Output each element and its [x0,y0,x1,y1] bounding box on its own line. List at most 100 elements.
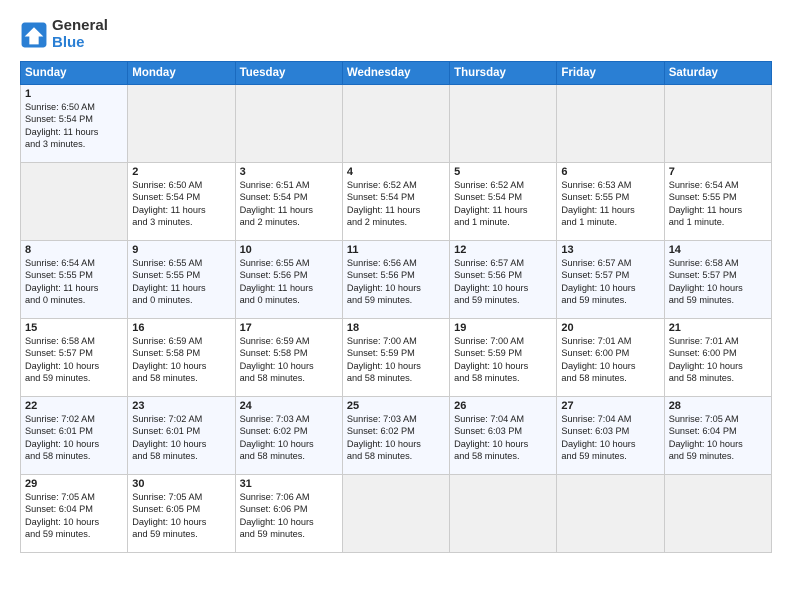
day-info: Sunrise: 6:57 AMSunset: 5:56 PMDaylight:… [454,257,552,307]
day-info: Sunrise: 7:00 AMSunset: 5:59 PMDaylight:… [454,335,552,385]
day-info: Sunrise: 7:04 AMSunset: 6:03 PMDaylight:… [454,413,552,463]
day-number: 22 [25,400,123,412]
table-row: 26Sunrise: 7:04 AMSunset: 6:03 PMDayligh… [450,397,557,475]
col-header-friday: Friday [557,62,664,85]
table-row [128,85,235,163]
day-number: 18 [347,322,445,334]
day-number: 9 [132,244,230,256]
day-number: 1 [25,88,123,100]
table-row: 4Sunrise: 6:52 AMSunset: 5:54 PMDaylight… [342,163,449,241]
day-number: 28 [669,400,767,412]
logo: General Blue [20,18,108,51]
table-row: 10Sunrise: 6:55 AMSunset: 5:56 PMDayligh… [235,241,342,319]
day-number: 4 [347,166,445,178]
table-row: 14Sunrise: 6:58 AMSunset: 5:57 PMDayligh… [664,241,771,319]
day-number: 2 [132,166,230,178]
calendar-week-4: 22Sunrise: 7:02 AMSunset: 6:01 PMDayligh… [21,397,772,475]
day-info: Sunrise: 6:58 AMSunset: 5:57 PMDaylight:… [669,257,767,307]
table-row: 19Sunrise: 7:00 AMSunset: 5:59 PMDayligh… [450,319,557,397]
day-number: 16 [132,322,230,334]
day-number: 8 [25,244,123,256]
day-info: Sunrise: 6:56 AMSunset: 5:56 PMDaylight:… [347,257,445,307]
table-row: 5Sunrise: 6:52 AMSunset: 5:54 PMDaylight… [450,163,557,241]
day-info: Sunrise: 7:03 AMSunset: 6:02 PMDaylight:… [240,413,338,463]
day-info: Sunrise: 6:54 AMSunset: 5:55 PMDaylight:… [25,257,123,307]
logo-text-line2: Blue [52,35,108,52]
day-info: Sunrise: 6:58 AMSunset: 5:57 PMDaylight:… [25,335,123,385]
day-info: Sunrise: 7:05 AMSunset: 6:04 PMDaylight:… [669,413,767,463]
table-row: 3Sunrise: 6:51 AMSunset: 5:54 PMDaylight… [235,163,342,241]
day-info: Sunrise: 7:05 AMSunset: 6:05 PMDaylight:… [132,491,230,541]
day-number: 30 [132,478,230,490]
day-number: 14 [669,244,767,256]
table-row: 21Sunrise: 7:01 AMSunset: 6:00 PMDayligh… [664,319,771,397]
table-row: 9Sunrise: 6:55 AMSunset: 5:55 PMDaylight… [128,241,235,319]
logo-text-line1: General [52,18,108,35]
table-row: 8Sunrise: 6:54 AMSunset: 5:55 PMDaylight… [21,241,128,319]
table-row [342,85,449,163]
calendar-week-3: 15Sunrise: 6:58 AMSunset: 5:57 PMDayligh… [21,319,772,397]
day-info: Sunrise: 6:55 AMSunset: 5:55 PMDaylight:… [132,257,230,307]
day-info: Sunrise: 7:02 AMSunset: 6:01 PMDaylight:… [25,413,123,463]
table-row: 16Sunrise: 6:59 AMSunset: 5:58 PMDayligh… [128,319,235,397]
table-row: 20Sunrise: 7:01 AMSunset: 6:00 PMDayligh… [557,319,664,397]
calendar-week-1: 2Sunrise: 6:50 AMSunset: 5:54 PMDaylight… [21,163,772,241]
day-number: 21 [669,322,767,334]
day-number: 11 [347,244,445,256]
day-number: 12 [454,244,552,256]
calendar-table: SundayMondayTuesdayWednesdayThursdayFrid… [20,61,772,553]
table-row [450,475,557,553]
table-row: 12Sunrise: 6:57 AMSunset: 5:56 PMDayligh… [450,241,557,319]
table-row [664,475,771,553]
col-header-tuesday: Tuesday [235,62,342,85]
day-info: Sunrise: 6:50 AMSunset: 5:54 PMDaylight:… [132,179,230,229]
table-row: 13Sunrise: 6:57 AMSunset: 5:57 PMDayligh… [557,241,664,319]
table-row: 2Sunrise: 6:50 AMSunset: 5:54 PMDaylight… [128,163,235,241]
table-row [235,85,342,163]
day-info: Sunrise: 7:01 AMSunset: 6:00 PMDaylight:… [669,335,767,385]
day-info: Sunrise: 6:54 AMSunset: 5:55 PMDaylight:… [669,179,767,229]
day-info: Sunrise: 6:59 AMSunset: 5:58 PMDaylight:… [240,335,338,385]
table-row: 24Sunrise: 7:03 AMSunset: 6:02 PMDayligh… [235,397,342,475]
table-row [342,475,449,553]
table-row: 22Sunrise: 7:02 AMSunset: 6:01 PMDayligh… [21,397,128,475]
table-row: 25Sunrise: 7:03 AMSunset: 6:02 PMDayligh… [342,397,449,475]
table-row: 23Sunrise: 7:02 AMSunset: 6:01 PMDayligh… [128,397,235,475]
table-row: 30Sunrise: 7:05 AMSunset: 6:05 PMDayligh… [128,475,235,553]
day-number: 31 [240,478,338,490]
day-number: 29 [25,478,123,490]
day-number: 6 [561,166,659,178]
calendar-page: General Blue SundayMondayTuesdayWednesda… [0,0,792,612]
table-row [557,85,664,163]
day-number: 27 [561,400,659,412]
table-row: 11Sunrise: 6:56 AMSunset: 5:56 PMDayligh… [342,241,449,319]
col-header-saturday: Saturday [664,62,771,85]
table-row [557,475,664,553]
day-number: 15 [25,322,123,334]
table-row: 29Sunrise: 7:05 AMSunset: 6:04 PMDayligh… [21,475,128,553]
table-row: 27Sunrise: 7:04 AMSunset: 6:03 PMDayligh… [557,397,664,475]
day-info: Sunrise: 7:06 AMSunset: 6:06 PMDaylight:… [240,491,338,541]
day-info: Sunrise: 6:57 AMSunset: 5:57 PMDaylight:… [561,257,659,307]
day-info: Sunrise: 6:52 AMSunset: 5:54 PMDaylight:… [454,179,552,229]
day-number: 25 [347,400,445,412]
table-row: 1Sunrise: 6:50 AMSunset: 5:54 PMDaylight… [21,85,128,163]
day-number: 5 [454,166,552,178]
day-number: 10 [240,244,338,256]
day-info: Sunrise: 7:00 AMSunset: 5:59 PMDaylight:… [347,335,445,385]
day-info: Sunrise: 6:53 AMSunset: 5:55 PMDaylight:… [561,179,659,229]
day-info: Sunrise: 7:03 AMSunset: 6:02 PMDaylight:… [347,413,445,463]
calendar-week-0: 1Sunrise: 6:50 AMSunset: 5:54 PMDaylight… [21,85,772,163]
table-row: 6Sunrise: 6:53 AMSunset: 5:55 PMDaylight… [557,163,664,241]
day-number: 20 [561,322,659,334]
day-info: Sunrise: 7:01 AMSunset: 6:00 PMDaylight:… [561,335,659,385]
header-row: SundayMondayTuesdayWednesdayThursdayFrid… [21,62,772,85]
day-number: 3 [240,166,338,178]
day-info: Sunrise: 6:50 AMSunset: 5:54 PMDaylight:… [25,101,123,151]
day-info: Sunrise: 6:59 AMSunset: 5:58 PMDaylight:… [132,335,230,385]
day-number: 19 [454,322,552,334]
col-header-thursday: Thursday [450,62,557,85]
col-header-monday: Monday [128,62,235,85]
table-row: 15Sunrise: 6:58 AMSunset: 5:57 PMDayligh… [21,319,128,397]
logo-icon [20,21,48,49]
